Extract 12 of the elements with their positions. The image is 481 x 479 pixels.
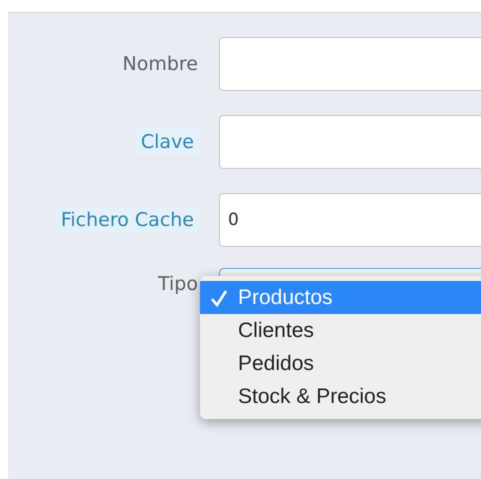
dropdown-option[interactable]: Stock & Precios: [200, 380, 481, 413]
dropdown-option[interactable]: Productos: [200, 281, 481, 314]
field-label: Nombre: [122, 52, 199, 77]
dropdown-option[interactable]: Pedidos: [200, 347, 481, 380]
dropdown-option[interactable]: Clientes: [200, 314, 481, 347]
input-field[interactable]: [219, 37, 481, 91]
input-field[interactable]: [219, 115, 481, 169]
field-label: Clave: [134, 128, 200, 156]
checkmark-icon: [210, 288, 228, 306]
input-field[interactable]: 0: [219, 193, 481, 247]
field-label: Fichero Cache: [54, 206, 200, 234]
field-label: Tipo: [157, 272, 199, 297]
